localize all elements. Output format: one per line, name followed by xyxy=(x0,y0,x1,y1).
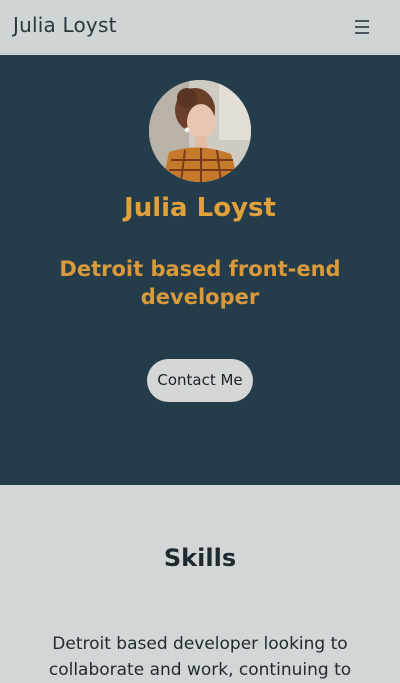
brand-title[interactable]: Julia Loyst xyxy=(13,13,117,37)
skills-section: Skills Detroit based developer looking t… xyxy=(0,485,400,680)
avatar xyxy=(149,80,251,182)
hamburger-menu-icon xyxy=(355,20,369,34)
navbar: Julia Loyst xyxy=(0,0,400,54)
contact-me-button[interactable]: Contact Me xyxy=(147,359,253,402)
avatar-image xyxy=(149,80,251,182)
skills-title: Skills xyxy=(163,544,237,572)
skills-description: Detroit based developer looking to colla… xyxy=(48,634,352,680)
hero-section: Julia Loyst Detroit based front-end deve… xyxy=(0,55,400,485)
hero-tagline: Detroit based front-end developer xyxy=(59,257,341,309)
hamburger-menu-button[interactable] xyxy=(350,17,374,37)
hero-name: Julia Loyst xyxy=(124,193,276,223)
